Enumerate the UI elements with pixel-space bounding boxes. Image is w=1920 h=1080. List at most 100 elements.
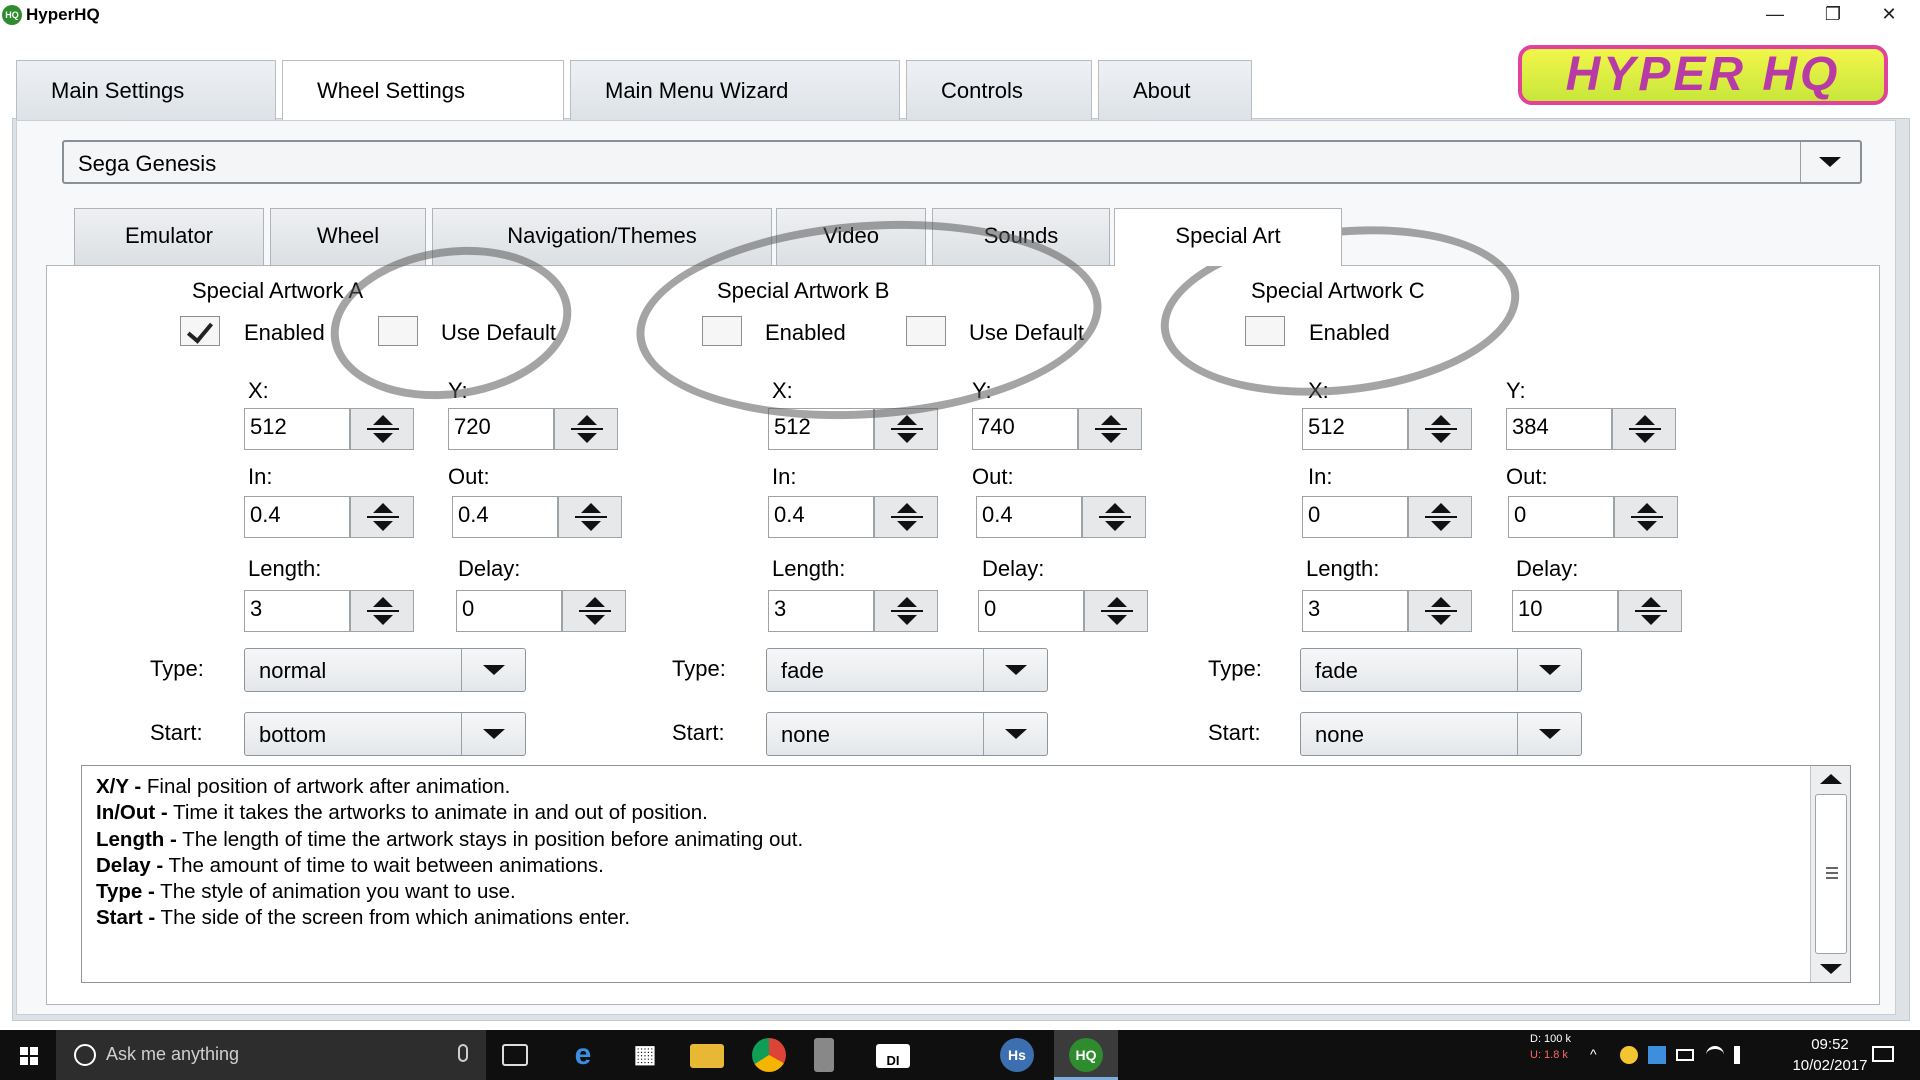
artwork-a-use-default-checkbox[interactable]	[378, 316, 418, 346]
artwork-a-length-input[interactable]: 3	[244, 590, 350, 632]
chevron-down-icon[interactable]	[1517, 649, 1581, 691]
artwork-b-x-input[interactable]: 512	[768, 408, 874, 450]
tab-main-menu-wizard[interactable]: Main Menu Wizard	[570, 60, 900, 120]
system-select[interactable]: Sega Genesis	[62, 140, 1862, 184]
artwork-a-type-select[interactable]: normal	[244, 648, 526, 692]
chevron-down-icon[interactable]	[461, 649, 525, 691]
scroll-up-icon[interactable]	[1820, 774, 1842, 784]
artwork-a-start-select[interactable]: bottom	[244, 712, 526, 756]
artwork-a-y-input[interactable]: 720	[448, 408, 554, 450]
tab-main-settings[interactable]: Main Settings	[16, 60, 276, 120]
artwork-a-enabled-checkbox[interactable]	[180, 316, 220, 346]
wifi-icon[interactable]	[1706, 1046, 1724, 1064]
spinner-arrows-icon[interactable]	[350, 408, 414, 450]
spinner-arrows-icon[interactable]	[350, 496, 414, 538]
spinner-arrows-icon[interactable]	[1612, 408, 1676, 450]
task-view-icon[interactable]	[502, 1044, 528, 1066]
hyperspin-icon[interactable]: Hs	[1000, 1038, 1034, 1072]
tab-label: Special Art	[1175, 223, 1281, 248]
artwork-b-enabled-checkbox[interactable]	[702, 316, 742, 346]
di-app-icon[interactable]: DI	[876, 1044, 910, 1068]
spinner-arrows-icon[interactable]	[1408, 590, 1472, 632]
artwork-b-delay-input[interactable]: 0	[978, 590, 1084, 632]
spinner-arrows-icon[interactable]	[874, 496, 938, 538]
start-button[interactable]	[0, 1030, 56, 1080]
microphone-icon[interactable]	[458, 1044, 468, 1062]
tab-about[interactable]: About	[1098, 60, 1252, 120]
restore-button[interactable]: ❐	[1810, 0, 1856, 30]
artwork-c-y-input[interactable]: 384	[1506, 408, 1612, 450]
artwork-c-enabled-checkbox[interactable]	[1245, 316, 1285, 346]
chevron-down-icon[interactable]	[1800, 142, 1860, 182]
artwork-c-length-input[interactable]: 3	[1302, 590, 1408, 632]
chevron-down-icon[interactable]	[983, 649, 1047, 691]
chevron-down-icon[interactable]	[1517, 713, 1581, 755]
tab-controls[interactable]: Controls	[906, 60, 1092, 120]
artwork-b-y-input[interactable]: 740	[972, 408, 1078, 450]
spinner-arrows-icon[interactable]	[1408, 496, 1472, 538]
artwork-b-type-select[interactable]: fade	[766, 648, 1048, 692]
artwork-a-in-input[interactable]: 0.4	[244, 496, 350, 538]
spinner-arrows-icon[interactable]	[874, 408, 938, 450]
edge-icon[interactable]: e	[566, 1038, 600, 1072]
artwork-c-out-input[interactable]: 0	[1508, 496, 1614, 538]
spinner-arrows-icon[interactable]	[1618, 590, 1682, 632]
spinner-arrows-icon[interactable]	[874, 590, 938, 632]
taskbar-search[interactable]: Ask me anything	[56, 1030, 486, 1080]
clock-time[interactable]: 09:52	[1780, 1036, 1880, 1053]
tab-navigation-themes[interactable]: Navigation/Themes	[432, 208, 772, 266]
title-bar: HQ HyperHQ — ❐ ✕	[0, 0, 1920, 30]
tray-app-icon[interactable]	[1620, 1046, 1638, 1064]
artwork-b-start-select[interactable]: none	[766, 712, 1048, 756]
spinner-arrows-icon[interactable]	[554, 408, 618, 450]
battery-icon[interactable]	[1676, 1049, 1694, 1061]
spinner-arrows-icon[interactable]	[562, 590, 626, 632]
artwork-b-length-input[interactable]: 3	[768, 590, 874, 632]
tab-sounds[interactable]: Sounds	[932, 208, 1110, 266]
spinner-arrows-icon[interactable]	[1078, 408, 1142, 450]
artwork-b-in-input[interactable]: 0.4	[768, 496, 874, 538]
scroll-down-icon[interactable]	[1820, 964, 1842, 974]
notifications-icon[interactable]	[1872, 1046, 1894, 1062]
artwork-b-use-default-checkbox[interactable]	[906, 316, 946, 346]
hyperhq-taskbar-button[interactable]: HQ	[1054, 1030, 1118, 1080]
tray-app-icon[interactable]	[1648, 1046, 1666, 1064]
artwork-a-start-value: bottom	[259, 722, 327, 747]
spinner-arrows-icon[interactable]	[558, 496, 622, 538]
artwork-c-start-select[interactable]: none	[1300, 712, 1582, 756]
scroll-thumb[interactable]	[1815, 794, 1847, 954]
artwork-a-x-input[interactable]: 512	[244, 408, 350, 450]
minimize-button[interactable]: —	[1752, 0, 1798, 30]
spinner-arrows-icon[interactable]	[1084, 590, 1148, 632]
artwork-c-in-input[interactable]: 0	[1302, 496, 1408, 538]
tab-special-art[interactable]: Special Art	[1114, 208, 1342, 266]
tab-wheel-settings[interactable]: Wheel Settings	[282, 60, 564, 120]
tab-wheel[interactable]: Wheel	[270, 208, 426, 266]
artwork-b-x-label: X:	[772, 378, 793, 403]
chevron-up-icon[interactable]: ^	[1590, 1046, 1608, 1064]
artwork-a-out-input[interactable]: 0.4	[452, 496, 558, 538]
chevron-down-icon[interactable]	[983, 713, 1047, 755]
tab-video[interactable]: Video	[776, 208, 926, 266]
artwork-c-type-select[interactable]: fade	[1300, 648, 1582, 692]
artwork-c-delay-input[interactable]: 10	[1512, 590, 1618, 632]
help-scrollbar[interactable]	[1810, 766, 1850, 982]
file-explorer-icon[interactable]	[690, 1044, 724, 1068]
artwork-b-out-input[interactable]: 0.4	[976, 496, 1082, 538]
close-button[interactable]: ✕	[1866, 0, 1912, 30]
help-description: The length of time the artwork stays in …	[176, 827, 804, 851]
artwork-a-delay-input[interactable]: 0	[456, 590, 562, 632]
volume-icon[interactable]	[1734, 1046, 1752, 1064]
spinner-arrows-icon[interactable]	[1408, 408, 1472, 450]
chrome-icon[interactable]	[752, 1038, 786, 1072]
artwork-c-x-input[interactable]: 512	[1302, 408, 1408, 450]
spinner-arrows-icon[interactable]	[1082, 496, 1146, 538]
tab-emulator[interactable]: Emulator	[74, 208, 264, 266]
spinner-arrows-icon[interactable]	[350, 590, 414, 632]
media-player-icon[interactable]	[814, 1038, 834, 1072]
store-icon[interactable]: ▦	[628, 1038, 662, 1072]
chevron-down-icon[interactable]	[461, 713, 525, 755]
spinner-arrows-icon[interactable]	[1614, 496, 1678, 538]
artwork-b-enabled-label: Enabled	[765, 320, 846, 345]
game-app-icon[interactable]	[938, 1038, 972, 1072]
